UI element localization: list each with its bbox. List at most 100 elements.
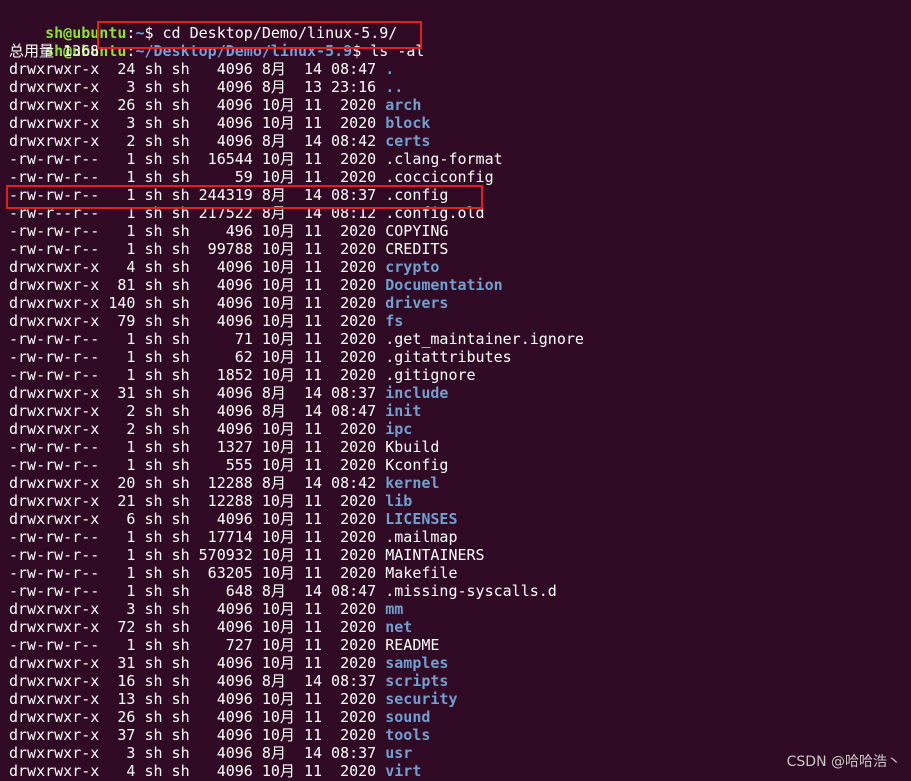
listing-row: -rw-rw-r-- 1 sh sh 99788 10月 11 2020 CRE… [9,240,448,258]
file-name: .gitignore [385,366,476,384]
file-meta: drwxrwxr-x 2 sh sh 4096 8月 14 08:47 [9,402,386,420]
file-meta: drwxrwxr-x 3 sh sh 4096 10月 11 2020 [9,114,386,132]
file-meta: -rw-rw-r-- 1 sh sh 648 8月 14 08:47 [9,582,386,600]
file-meta: drwxrwxr-x 3 sh sh 4096 8月 13 23:16 [9,78,386,96]
directory-name: security [385,690,458,708]
file-meta: drwxrwxr-x 4 sh sh 4096 10月 11 2020 [9,762,386,780]
listing-row: -rw-rw-r-- 1 sh sh 62 10月 11 2020 .gitat… [9,348,512,366]
listing-row: drwxrwxr-x 26 sh sh 4096 10月 11 2020 arc… [9,96,421,114]
file-meta: drwxrwxr-x 140 sh sh 4096 10月 11 2020 [9,294,386,312]
file-meta: drwxrwxr-x 3 sh sh 4096 8月 14 08:37 [9,744,386,762]
listing-row: -rw-rw-r-- 1 sh sh 59 10月 11 2020 .cocci… [9,168,494,186]
file-meta: drwxrwxr-x 20 sh sh 12288 8月 14 08:42 [9,474,386,492]
file-meta: -rw-rw-r-- 1 sh sh 1327 10月 11 2020 [9,438,386,456]
directory-name: Documentation [385,276,503,294]
file-meta: -rw-rw-r-- 1 sh sh 62 10月 11 2020 [9,348,386,366]
file-name: README [385,636,440,654]
listing-row: -rw-rw-r-- 1 sh sh 71 10月 11 2020 .get_m… [9,330,584,348]
file-meta: -rw-rw-r-- 1 sh sh 17714 10月 11 2020 [9,528,386,546]
file-name: .missing-syscalls.d [385,582,557,600]
listing-row: drwxrwxr-x 31 sh sh 4096 8月 14 08:37 inc… [9,384,448,402]
directory-name: init [385,402,422,420]
listing-row: drwxrwxr-x 31 sh sh 4096 10月 11 2020 sam… [9,654,448,672]
file-name: .get_maintainer.ignore [385,330,584,348]
directory-name: usr [385,744,413,762]
listing-row: drwxrwxr-x 2 sh sh 4096 8月 14 08:42 cert… [9,132,430,150]
file-meta: -rw-rw-r-- 1 sh sh 99788 10月 11 2020 [9,240,386,258]
listing-row: -rw-rw-r-- 1 sh sh 17714 10月 11 2020 .ma… [9,528,457,546]
file-name: .cocciconfig [385,168,494,186]
listing-row: drwxrwxr-x 26 sh sh 4096 10月 11 2020 sou… [9,708,430,726]
listing-row: drwxrwxr-x 37 sh sh 4096 10月 11 2020 too… [9,726,430,744]
file-meta: drwxrwxr-x 37 sh sh 4096 10月 11 2020 [9,726,386,744]
file-meta: -rw-rw-r-- 1 sh sh 59 10月 11 2020 [9,168,386,186]
listing-row: drwxrwxr-x 4 sh sh 4096 10月 11 2020 cryp… [9,258,439,276]
listing-row: drwxrwxr-x 20 sh sh 12288 8月 14 08:42 ke… [9,474,439,492]
listing-row: drwxrwxr-x 16 sh sh 4096 8月 14 08:37 scr… [9,672,448,690]
file-meta: drwxrwxr-x 31 sh sh 4096 10月 11 2020 [9,654,386,672]
file-meta: drwxrwxr-x 2 sh sh 4096 10月 11 2020 [9,420,386,438]
file-meta: drwxrwxr-x 4 sh sh 4096 10月 11 2020 [9,258,386,276]
listing-row: drwxrwxr-x 13 sh sh 4096 10月 11 2020 sec… [9,690,457,708]
file-name: MAINTAINERS [385,546,485,564]
listing-row: -rw-rw-r-- 1 sh sh 727 10月 11 2020 READM… [9,636,439,654]
listing-row: -rw-rw-r-- 1 sh sh 1852 10月 11 2020 .git… [9,366,476,384]
watermark: CSDN @哈哈浩丶 [786,754,901,770]
file-name: Kbuild [385,438,440,456]
file-meta: drwxrwxr-x 2 sh sh 4096 8月 14 08:42 [9,132,386,150]
listing-row: drwxrwxr-x 3 sh sh 4096 10月 11 2020 mm [9,600,403,618]
file-meta: drwxrwxr-x 31 sh sh 4096 8月 14 08:37 [9,384,386,402]
listing-row: drwxrwxr-x 72 sh sh 4096 10月 11 2020 net [9,618,412,636]
file-meta: drwxrwxr-x 3 sh sh 4096 10月 11 2020 [9,600,386,618]
listing-row: drwxrwxr-x 3 sh sh 4096 8月 14 08:37 usr [9,744,412,762]
file-meta: drwxrwxr-x 26 sh sh 4096 10月 11 2020 [9,708,386,726]
listing-row: drwxrwxr-x 24 sh sh 4096 8月 14 08:47 . [9,60,394,78]
directory-name: crypto [385,258,440,276]
file-meta: -rw-rw-r-- 1 sh sh 63205 10月 11 2020 [9,564,386,582]
file-meta: -rw-rw-r-- 1 sh sh 496 10月 11 2020 [9,222,386,240]
file-meta: drwxrwxr-x 72 sh sh 4096 10月 11 2020 [9,618,386,636]
file-meta: drwxrwxr-x 16 sh sh 4096 8月 14 08:37 [9,672,386,690]
directory-name: ipc [385,420,413,438]
listing-row: drwxrwxr-x 2 sh sh 4096 10月 11 2020 ipc [9,420,412,438]
file-meta: drwxrwxr-x 26 sh sh 4096 10月 11 2020 [9,96,386,114]
file-meta: drwxrwxr-x 13 sh sh 4096 10月 11 2020 [9,690,386,708]
highlight-box-config [6,185,483,209]
directory-name: .. [385,78,404,96]
directory-name: samples [385,654,449,672]
directory-name: virt [385,762,422,780]
file-meta: -rw-rw-r-- 1 sh sh 555 10月 11 2020 [9,456,386,474]
directory-name: block [385,114,431,132]
file-name: Makefile [385,564,458,582]
file-meta: -rw-rw-r-- 1 sh sh 727 10月 11 2020 [9,636,386,654]
file-meta: drwxrwxr-x 21 sh sh 12288 10月 11 2020 [9,492,386,510]
file-meta: -rw-rw-r-- 1 sh sh 570932 10月 11 2020 [9,546,386,564]
terminal-window[interactable]: sh@ubuntu:~$ cd Desktop/Demo/linux-5.9/ … [0,0,911,781]
directory-name: include [385,384,449,402]
directory-name: . [385,60,395,78]
total-line: 总用量 1368 [9,42,100,60]
file-meta: drwxrwxr-x 81 sh sh 4096 10月 11 2020 [9,276,386,294]
file-meta: drwxrwxr-x 79 sh sh 4096 10月 11 2020 [9,312,386,330]
listing-row: -rw-rw-r-- 1 sh sh 1327 10月 11 2020 Kbui… [9,438,439,456]
directory-name: lib [385,492,413,510]
directory-name: sound [385,708,431,726]
listing-row: drwxrwxr-x 79 sh sh 4096 10月 11 2020 fs [9,312,403,330]
file-name: .mailmap [385,528,458,546]
file-meta: -rw-rw-r-- 1 sh sh 71 10月 11 2020 [9,330,386,348]
listing-row: drwxrwxr-x 2 sh sh 4096 8月 14 08:47 init [9,402,421,420]
directory-name: kernel [385,474,440,492]
directory-name: certs [385,132,431,150]
listing-row: drwxrwxr-x 81 sh sh 4096 10月 11 2020 Doc… [9,276,503,294]
listing-row: drwxrwxr-x 4 sh sh 4096 10月 11 2020 virt [9,762,421,780]
file-meta: -rw-rw-r-- 1 sh sh 16544 10月 11 2020 [9,150,386,168]
file-meta: -rw-rw-r-- 1 sh sh 1852 10月 11 2020 [9,366,386,384]
file-name: Kconfig [385,456,449,474]
file-meta: drwxrwxr-x 24 sh sh 4096 8月 14 08:47 [9,60,386,78]
directory-name: net [385,618,413,636]
listing-row: -rw-rw-r-- 1 sh sh 496 10月 11 2020 COPYI… [9,222,448,240]
directory-name: tools [385,726,431,744]
directory-name: fs [385,312,404,330]
listing-row: -rw-rw-r-- 1 sh sh 16544 10月 11 2020 .cl… [9,150,503,168]
listing-row: -rw-rw-r-- 1 sh sh 570932 10月 11 2020 MA… [9,546,485,564]
